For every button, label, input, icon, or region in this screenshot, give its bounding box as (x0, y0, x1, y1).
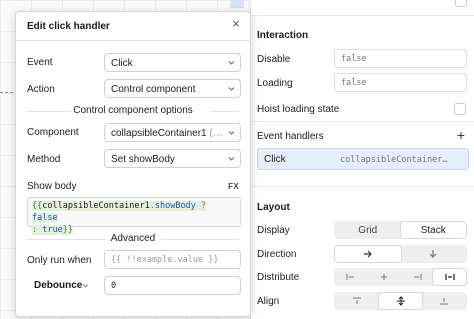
loading-input[interactable]: false (334, 73, 467, 92)
event-select-value: Click (111, 58, 133, 69)
component-options-heading-text: Control component options (73, 105, 193, 116)
layout-title: Layout (257, 202, 290, 213)
action-label: Action (27, 84, 55, 95)
only-run-when-input[interactable]: {{ !!example.value }} (104, 250, 241, 269)
canvas-selected-cell (230, 0, 244, 8)
code-property: showBody (154, 201, 196, 211)
show-body-label: Show body (27, 181, 77, 192)
heading-rule (27, 239, 105, 240)
align-toggle (334, 292, 467, 310)
heading-rule (211, 111, 239, 112)
plus-icon[interactable]: + (457, 128, 465, 142)
section-divider (251, 186, 474, 187)
handler-action: collapsibleContainer… (340, 155, 448, 165)
disable-input[interactable]: false (334, 49, 467, 68)
distribute-end-icon[interactable] (401, 269, 434, 285)
chevron-down-icon (228, 61, 235, 65)
code-false: false (32, 213, 58, 223)
only-run-when-label: Only run when (27, 255, 92, 266)
modal-title: Edit click handler (27, 21, 110, 32)
direction-label: Direction (257, 249, 297, 260)
align-top-icon[interactable] (335, 293, 379, 309)
inspector-panel: Interaction Disable false Loading false … (250, 0, 474, 319)
event-handler-item[interactable]: Click collapsibleContainer… (257, 148, 469, 170)
debounce-label[interactable]: Debounce (34, 280, 82, 291)
code-ternary: ? (195, 201, 207, 211)
code-identifier: collapsibleContainer1 (42, 201, 150, 211)
component-select-value: collapsibleContainer1 (111, 128, 207, 139)
close-icon[interactable]: × (229, 17, 243, 31)
component-label: Component (27, 127, 79, 138)
advanced-heading: Advanced (16, 233, 250, 244)
arrow-right-icon[interactable] (335, 246, 401, 262)
component-select[interactable]: collapsibleContainer1 (… (104, 123, 241, 142)
top-checkbox[interactable] (455, 0, 467, 7)
chevron-down-icon (228, 157, 235, 161)
event-label: Event (27, 57, 53, 68)
chevron-down-icon (228, 131, 235, 135)
action-select-value: Control component (111, 84, 196, 95)
display-toggle: Grid Stack (334, 221, 467, 239)
event-select[interactable]: Click (104, 53, 241, 72)
interaction-title: Interaction (257, 30, 309, 41)
disable-label: Disable (257, 54, 291, 65)
event-handlers-title: Event handlers (257, 131, 324, 142)
section-divider (251, 121, 474, 122)
align-label: Align (257, 296, 280, 307)
edit-click-handler-modal: Edit click handler × Event Click Action … (15, 11, 251, 317)
chevron-down-icon[interactable] (82, 282, 89, 289)
hoist-loading-label: Hoist loading state (257, 104, 340, 115)
hoist-loading-checkbox[interactable] (454, 103, 466, 115)
distribute-toggle (334, 268, 467, 286)
distribute-start-icon[interactable] (335, 269, 368, 285)
align-bottom-icon[interactable] (422, 293, 466, 309)
distribute-center-icon[interactable] (368, 269, 401, 285)
debounce-value: 0 (111, 281, 117, 291)
action-select[interactable]: Control component (104, 79, 241, 98)
component-options-heading: Control component options (16, 105, 250, 116)
display-option-grid[interactable]: Grid (335, 222, 401, 238)
direction-toggle (334, 245, 467, 263)
fx-toggle[interactable]: FX (228, 182, 239, 191)
method-label: Method (27, 154, 61, 165)
modal-header-divider (16, 40, 250, 41)
display-label: Display (257, 225, 290, 236)
debounce-input[interactable]: 0 (104, 276, 241, 295)
chevron-down-icon (228, 87, 235, 91)
display-option-stack[interactable]: Stack (400, 222, 466, 238)
heading-rule (27, 111, 71, 112)
distribute-label: Distribute (257, 272, 300, 283)
handler-event: Click (264, 154, 286, 165)
code-open-brace: {{ (32, 201, 43, 211)
loading-label: Loading (257, 78, 293, 89)
inspector-top-strip (251, 0, 474, 16)
heading-rule (161, 239, 239, 240)
show-body-code-editor[interactable]: {{collapsibleContainer1.showBody ? false… (27, 197, 241, 235)
advanced-heading-text: Advanced (110, 233, 156, 244)
method-select[interactable]: Set showBody (104, 149, 241, 168)
arrow-down-icon[interactable] (401, 246, 467, 262)
align-center-icon[interactable] (378, 293, 423, 309)
component-select-suffix: (… (206, 128, 223, 139)
method-select-value: Set showBody (111, 154, 175, 165)
distribute-between-icon[interactable] (433, 269, 466, 285)
